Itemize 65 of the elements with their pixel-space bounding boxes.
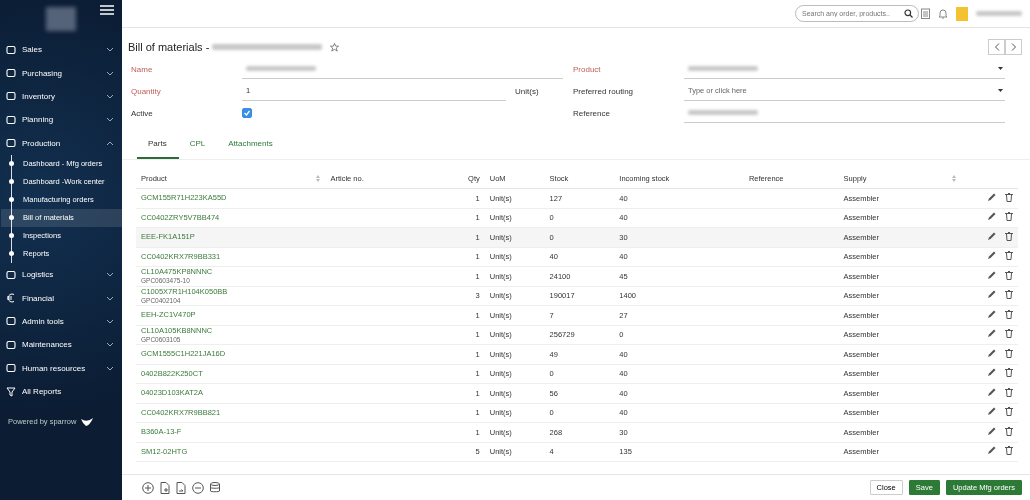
nav-group[interactable]: Production (0, 131, 122, 155)
redacted-username (976, 11, 1022, 16)
page-title: Bill of materials - (128, 41, 211, 53)
nav-group[interactable]: Purchasing (0, 61, 122, 85)
menu-icon[interactable] (100, 5, 114, 15)
chevron-icon (106, 70, 114, 76)
chevron-icon (106, 365, 114, 371)
logo-placeholder (46, 7, 76, 31)
chevron-icon (106, 140, 114, 146)
euro-icon (6, 293, 16, 304)
chevron-icon (106, 272, 114, 278)
chevron-icon (106, 342, 114, 348)
field-label: Quantity (131, 86, 162, 96)
trash-icon[interactable] (1005, 368, 1013, 378)
star-icon[interactable] (330, 42, 340, 52)
trash-icon[interactable] (1005, 446, 1013, 456)
trash-icon[interactable] (1005, 192, 1013, 202)
trash-icon[interactable] (1005, 231, 1013, 241)
trash-icon[interactable] (1005, 212, 1013, 222)
chevron-icon (106, 93, 114, 99)
field-label: Active (131, 108, 154, 118)
database-icon[interactable] (210, 481, 221, 494)
trash-icon[interactable] (1005, 387, 1013, 397)
tab[interactable]: Attachments (217, 138, 285, 159)
file-add-icon[interactable] (160, 481, 170, 494)
nav-group[interactable]: Planning (0, 108, 122, 132)
chevron-right-icon (1010, 43, 1017, 51)
field-label: Reference (573, 108, 611, 118)
tab[interactable]: CPL (178, 138, 218, 159)
nav-group[interactable]: Financial (0, 286, 122, 310)
filter-icon (6, 386, 16, 397)
chevron-left-icon (993, 43, 1000, 51)
nav-group[interactable]: Human resources (0, 356, 122, 380)
trash-icon[interactable] (1005, 270, 1013, 280)
dropdown-caret-icon[interactable] (998, 67, 1003, 70)
clipboard-icon[interactable] (921, 8, 930, 19)
trash-icon[interactable] (1005, 348, 1013, 358)
chevron-icon (106, 117, 114, 123)
bird-icon (81, 417, 94, 426)
field-label: Name (131, 64, 154, 74)
trash-icon[interactable] (1005, 329, 1013, 339)
trash-icon[interactable] (1005, 251, 1013, 261)
chevron-icon (106, 295, 114, 301)
checkbox[interactable] (242, 108, 252, 118)
chevron-icon (106, 318, 114, 324)
nav-group[interactable]: Logistics (0, 262, 122, 287)
trash-icon[interactable] (1005, 426, 1013, 436)
nav-group[interactable]: Maintenances (0, 333, 122, 357)
tab[interactable]: Parts (137, 138, 179, 159)
chevron-icon (106, 47, 114, 53)
nav-link[interactable]: All Reports (0, 379, 122, 404)
trash-icon[interactable] (1005, 290, 1013, 300)
file-export-icon[interactable] (176, 481, 186, 494)
trash-icon[interactable] (1005, 407, 1013, 417)
dropdown-caret-icon[interactable] (998, 89, 1003, 92)
remove-circle-icon[interactable] (192, 481, 204, 494)
unit-label: Unit(s) (514, 86, 540, 96)
add-circle-icon[interactable] (142, 481, 154, 494)
field-label: Product (573, 64, 602, 74)
trash-icon[interactable] (1005, 309, 1013, 319)
nav-group[interactable]: Sales (0, 38, 122, 62)
field-label: Preferred routing (573, 86, 635, 96)
nav-group[interactable]: Admin tools (0, 309, 122, 334)
nav-group[interactable]: Inventory (0, 84, 122, 109)
bell-icon[interactable] (938, 8, 948, 19)
